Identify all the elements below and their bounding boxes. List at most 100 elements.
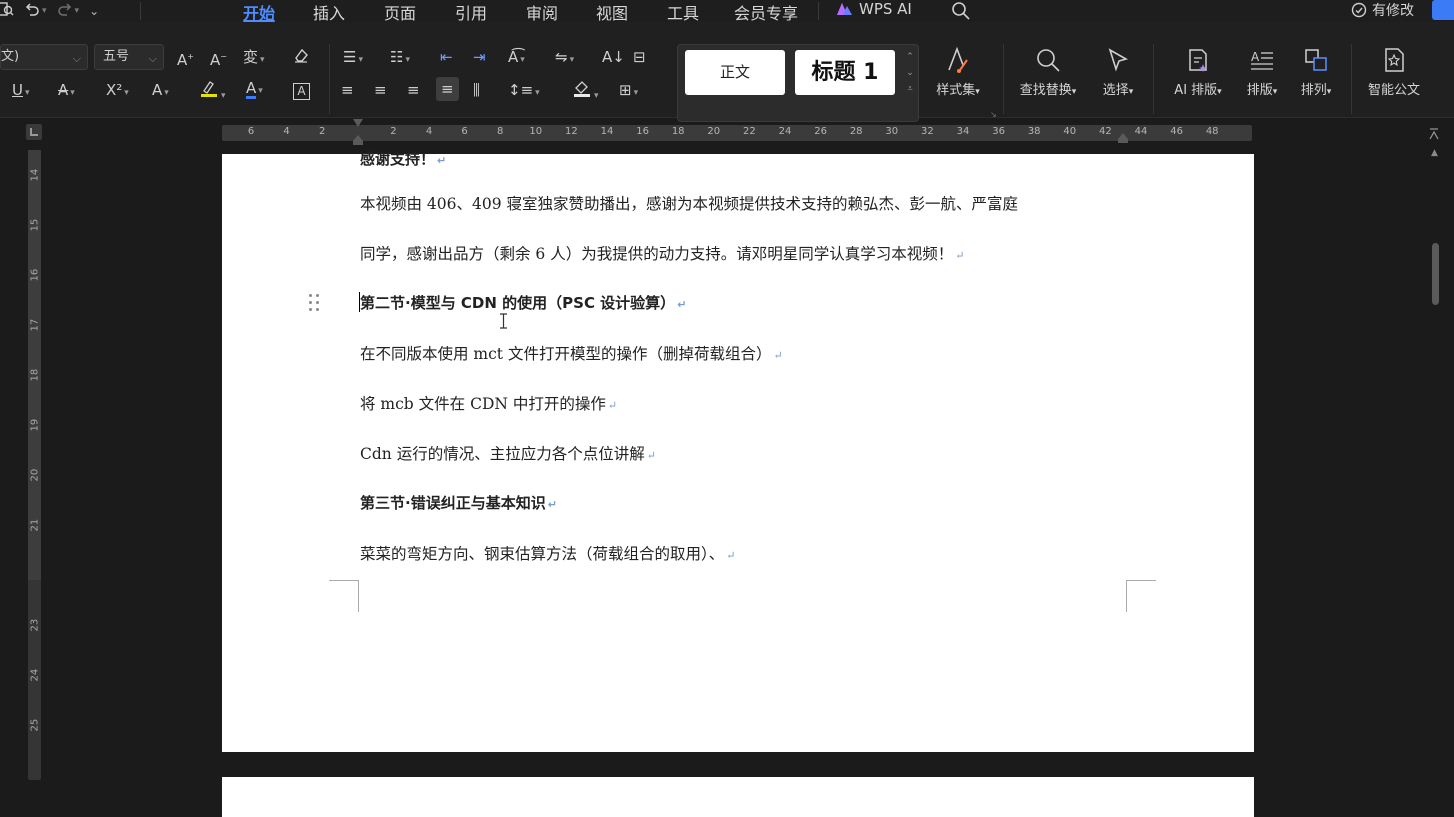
decrease-font-size-icon[interactable]: A− <box>210 47 227 70</box>
font-size-select[interactable]: 五号 ⌵ <box>94 44 164 70</box>
left-indent-marker[interactable] <box>353 135 363 145</box>
ruler-number: 19 <box>29 418 41 432</box>
tab-references[interactable]: 引用 <box>455 0 487 24</box>
search-icon <box>1010 44 1086 76</box>
styles-dialog-launcher-icon[interactable]: ↘ <box>990 105 997 125</box>
section-heading: 第三节·错误纠正与基本知识 ↵ <box>360 492 557 513</box>
ruler-number: 6 <box>247 126 255 137</box>
text-effect-icon[interactable]: A ▾ <box>152 80 169 103</box>
ruler-number: 14 <box>600 126 614 137</box>
arrange-button[interactable]: 排列▾ <box>1278 44 1354 98</box>
line-spacing-icon[interactable]: ↕≡ ▾ <box>508 80 540 103</box>
divider <box>329 44 330 114</box>
ruler-number: 34 <box>956 126 970 137</box>
chevron-down-icon: ⌵ <box>72 52 81 65</box>
font-color-icon[interactable]: A ▾ <box>246 78 263 101</box>
right-indent-marker[interactable] <box>1118 133 1128 143</box>
bullets-icon[interactable]: ☰ ▾ <box>343 47 363 70</box>
borders-icon[interactable]: ⊞ ▾ <box>619 80 638 103</box>
undo-icon[interactable] <box>24 1 40 21</box>
clear-format-icon[interactable] <box>292 46 310 69</box>
tab-tools[interactable]: 工具 <box>667 0 699 24</box>
ruler-number: 38 <box>1027 126 1041 137</box>
strikethrough-icon[interactable]: A ▾ <box>58 80 75 103</box>
shading-icon[interactable]: ▾ <box>572 78 599 106</box>
tab-view[interactable]: 视图 <box>596 0 628 24</box>
vertical-ruler[interactable]: 14 15 16 17 18 19 20 21 23 24 25 <box>28 150 41 780</box>
align-right-icon[interactable]: ≡ <box>407 80 420 100</box>
ruler-number: 16 <box>636 126 649 137</box>
select-button[interactable]: 选择▾ <box>1080 44 1156 98</box>
scroll-up-icon[interactable]: ▲ <box>1431 148 1438 158</box>
document-page-next[interactable] <box>222 777 1254 817</box>
ruler-number: 23 <box>29 618 41 632</box>
numbering-icon[interactable]: ☷ ▾ <box>390 47 410 70</box>
ai-layout-label: AI 排版 <box>1174 83 1218 98</box>
tab-member[interactable]: 会员专享 <box>734 0 798 24</box>
ruler-number: 24 <box>778 126 792 137</box>
ruler-toggle-icon[interactable] <box>1428 126 1440 140</box>
style-set-button[interactable]: 样式集▾ <box>920 44 996 98</box>
highlight-icon[interactable]: ▾ <box>199 78 226 106</box>
style-heading-1[interactable]: 标题 1 <box>795 50 895 95</box>
decrease-indent-icon[interactable]: ⇤ <box>440 47 453 67</box>
superscript-icon[interactable]: X² ▾ <box>106 80 129 103</box>
character-border-icon[interactable]: A <box>293 80 310 100</box>
tab-insert[interactable]: 插入 <box>313 0 345 24</box>
share-button[interactable] <box>1432 0 1454 20</box>
ruler-number: 36 <box>992 126 1005 137</box>
increase-indent-icon[interactable]: ⇥ <box>473 47 486 67</box>
tab-home[interactable]: 开始 <box>243 0 276 24</box>
justify-icon[interactable]: ≡ <box>436 77 459 101</box>
ruler-number: 42 <box>1099 126 1112 137</box>
ruler-number: 30 <box>885 126 899 137</box>
chevron-down-icon[interactable]: ⌄ <box>903 65 917 81</box>
style-normal[interactable]: 正文 <box>685 50 785 95</box>
tab-review[interactable]: 审阅 <box>526 0 558 24</box>
expand-gallery-icon[interactable]: ⩡ <box>903 81 917 97</box>
redo-icon[interactable] <box>57 1 73 21</box>
more-chevron-icon[interactable]: ⌄ <box>89 4 99 18</box>
style-gallery-scroll[interactable]: ⌃ ⌄ ⩡ <box>903 49 917 97</box>
text: 本视频由 406、409 寝室独家赞助播出，感谢为本视频提供技术支持的赖弘杰、彭… <box>360 195 1019 213</box>
phonetic-guide-icon[interactable]: 変 ▾ <box>243 47 265 70</box>
wps-ai-button[interactable]: WPS AI <box>836 0 912 18</box>
redo-dropdown-icon[interactable]: ▾ <box>75 6 80 16</box>
paragraph-drag-handle-icon[interactable] <box>309 294 319 312</box>
smart-doc-label: 智能公文 <box>1367 83 1420 98</box>
text-direction-icon[interactable]: A͡ ▾ <box>508 47 525 70</box>
underline-icon[interactable]: U ▾ <box>12 80 30 103</box>
show-marks-icon[interactable]: ⊟ <box>633 47 646 67</box>
text: 同学，感谢出品方（剩余 6 人）为我提供的动力支持。请邓明星同学认真学习本视频！ <box>360 245 954 263</box>
doc-line: 在不同版本使用 mct 文件打开模型的操作（删掉荷载组合） ↵ <box>360 342 783 364</box>
chinese-layout-icon[interactable]: ⇋ ▾ <box>555 47 574 70</box>
ruler-number: 46 <box>1170 126 1183 137</box>
sort-icon[interactable]: A↓ <box>602 47 625 67</box>
font-name-select[interactable]: 文) ⌵ <box>0 44 88 70</box>
horizontal-ruler[interactable]: 6 4 2 2 4 6 8 10 12 14 16 18 20 22 24 26 28 30 32 34 36 38 40 4… <box>222 119 1252 145</box>
tab-page[interactable]: 页面 <box>384 0 416 24</box>
ruler-number: 18 <box>29 368 41 382</box>
align-center-icon[interactable]: ≡ <box>374 80 387 100</box>
first-line-indent-marker[interactable] <box>353 119 363 127</box>
text: 在不同版本使用 mct 文件打开模型的操作（删掉荷载组合） <box>360 345 772 363</box>
document-page[interactable]: 感谢支持！ ↵ 本视频由 406、409 寝室独家赞助播出，感谢为本视频提供技术支… <box>222 150 1254 752</box>
ruler-number: 16 <box>29 268 41 282</box>
smart-doc-button[interactable]: 智能公文 <box>1356 44 1432 98</box>
wps-ai-logo-icon <box>836 2 853 16</box>
save-status[interactable]: 有修改 <box>1350 0 1414 20</box>
ruler-number: 14 <box>29 168 41 182</box>
distribute-icon[interactable]: ⫼ <box>473 80 480 100</box>
ruler-number: 12 <box>565 126 578 137</box>
increase-font-size-icon[interactable]: A+ <box>177 47 194 70</box>
align-left-icon[interactable]: ≡ <box>341 80 354 100</box>
find-replace-button[interactable]: 查找替换▾ <box>1010 44 1086 98</box>
font-name-value: 文) <box>1 49 20 64</box>
scrollbar-thumb[interactable] <box>1432 243 1439 305</box>
document-icon[interactable] <box>0 1 14 21</box>
tab-stop-selector[interactable] <box>26 124 42 140</box>
chevron-up-icon[interactable]: ⌃ <box>903 49 917 65</box>
find-replace-label: 查找替换 <box>1019 83 1072 98</box>
undo-dropdown-icon[interactable]: ▾ <box>42 6 47 16</box>
layout-label: 排版 <box>1246 83 1273 98</box>
